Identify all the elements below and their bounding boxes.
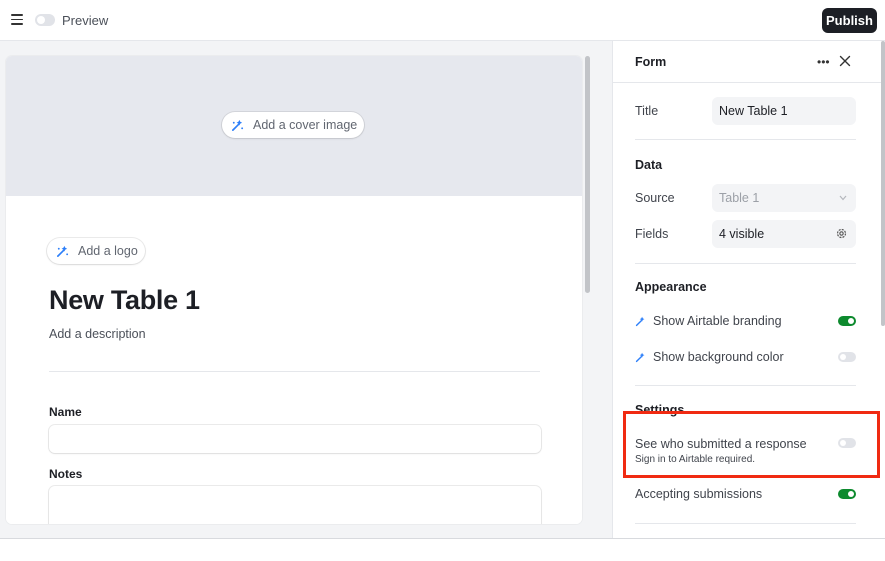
chevron-down-icon — [839, 195, 847, 201]
appearance-section-heading: Appearance — [635, 280, 707, 294]
form-settings-panel: Form ••• Title New Table 1 Data Source T… — [612, 41, 885, 538]
section-divider — [635, 263, 856, 264]
publish-button[interactable]: Publish — [822, 8, 877, 33]
preview-toggle[interactable] — [35, 14, 55, 26]
data-section-heading: Data — [635, 158, 663, 172]
form-title[interactable]: New Table 1 — [49, 285, 200, 316]
source-label: Source — [635, 191, 675, 205]
add-logo-button[interactable]: Add a logo — [47, 238, 145, 264]
panel-title: Form — [635, 55, 667, 69]
field-label-name: Name — [49, 405, 82, 419]
show-background-label: Show background color — [653, 350, 784, 364]
panel-scrollbar[interactable] — [881, 41, 885, 326]
form-divider — [49, 371, 540, 372]
add-cover-image-button[interactable]: Add a cover image — [222, 112, 364, 138]
more-icon[interactable]: ••• — [817, 55, 830, 69]
see-submitter-label: See who submitted a response — [635, 437, 807, 451]
cover-area: Add a cover image — [6, 56, 582, 196]
close-icon[interactable] — [839, 55, 851, 67]
form-body: Add a logo New Table 1 Add a description… — [6, 196, 582, 524]
source-value: Table 1 — [719, 191, 760, 205]
section-divider — [635, 385, 856, 386]
show-branding-label: Show Airtable branding — [653, 314, 782, 328]
settings-section-heading: Settings — [635, 403, 685, 417]
gear-icon — [836, 228, 847, 239]
top-bar: Preview Publish — [0, 0, 885, 41]
name-input[interactable] — [49, 425, 541, 453]
menu-icon[interactable] — [11, 14, 23, 25]
source-select[interactable]: Table 1 — [712, 184, 856, 212]
magic-wand-icon — [232, 119, 244, 131]
fields-value: 4 visible — [719, 227, 765, 241]
fields-label: Fields — [635, 227, 669, 241]
form-description[interactable]: Add a description — [49, 327, 146, 341]
title-label: Title — [635, 104, 659, 118]
fields-button[interactable]: 4 visible — [712, 220, 856, 248]
accepting-submissions-toggle[interactable] — [838, 489, 856, 499]
field-label-notes: Notes — [49, 467, 83, 481]
preview-label: Preview — [62, 13, 109, 28]
show-background-toggle[interactable] — [838, 352, 856, 362]
add-logo-label: Add a logo — [78, 244, 138, 258]
section-divider — [635, 139, 856, 140]
title-input[interactable]: New Table 1 — [712, 97, 856, 125]
panel-header-divider — [613, 82, 885, 83]
accepting-submissions-label: Accepting submissions — [635, 487, 763, 501]
show-branding-toggle[interactable] — [838, 316, 856, 326]
bottom-divider — [0, 538, 885, 539]
magic-wand-icon — [635, 316, 645, 327]
canvas-scrollbar[interactable] — [585, 56, 590, 293]
form-card: Add a cover image Add a logo New Table 1… — [6, 56, 582, 524]
magic-wand-icon — [635, 352, 645, 363]
add-cover-image-label: Add a cover image — [253, 118, 358, 132]
magic-wand-icon — [57, 245, 69, 257]
notes-input[interactable] — [49, 486, 541, 524]
see-submitter-toggle[interactable] — [838, 438, 856, 448]
see-submitter-hint: Sign in to Airtable required. — [635, 454, 756, 465]
section-divider — [635, 523, 856, 524]
form-canvas: Add a cover image Add a logo New Table 1… — [0, 41, 612, 538]
